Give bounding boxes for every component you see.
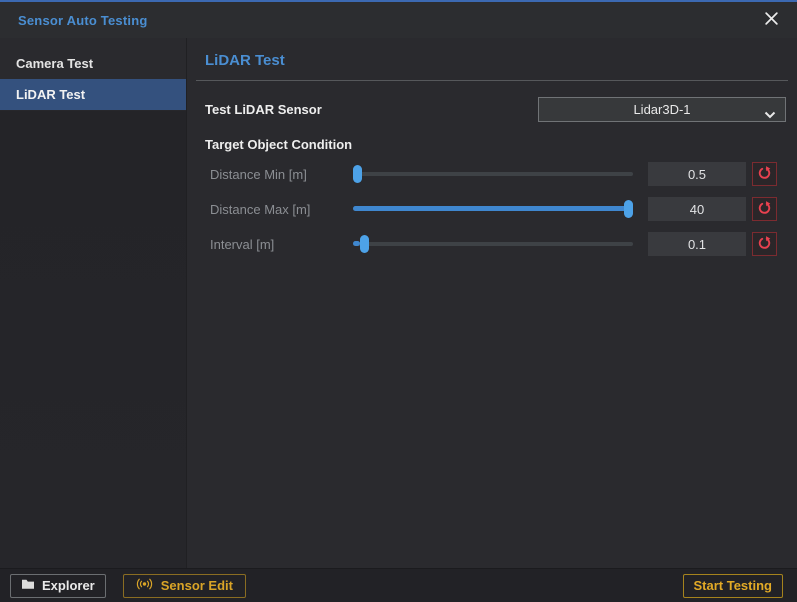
start-testing-button[interactable]: Start Testing — [683, 574, 784, 598]
start-testing-label: Start Testing — [694, 578, 773, 593]
distance-min-row: Distance Min [m] 0.5 — [205, 162, 786, 186]
slider-fill — [353, 206, 633, 211]
sensor-edit-button[interactable]: Sensor Edit — [123, 574, 246, 598]
footer-toolbar: Explorer Sensor Edit Start Testing — [0, 568, 797, 602]
close-icon — [764, 11, 779, 29]
interval-row: Interval [m] 0.1 — [205, 232, 786, 256]
interval-value-field[interactable]: 0.1 — [648, 232, 746, 256]
slider-track[interactable] — [353, 172, 633, 176]
sensor-edit-label: Sensor Edit — [161, 578, 233, 593]
titlebar: Sensor Auto Testing — [0, 2, 797, 38]
interval-reset-button[interactable] — [752, 232, 777, 256]
section-divider — [196, 80, 788, 81]
distance-max-reset-button[interactable] — [752, 197, 777, 221]
distance-min-value-field[interactable]: 0.5 — [648, 162, 746, 186]
distance-min-label: Distance Min [m] — [205, 167, 353, 182]
distance-max-slider[interactable] — [353, 197, 633, 221]
slider-track[interactable] — [353, 242, 633, 246]
main-panel: LiDAR Test Test LiDAR Sensor Lidar3D-1 T… — [187, 38, 797, 568]
folder-icon — [21, 578, 35, 593]
slider-fill — [353, 241, 360, 246]
distance-min-reset-button[interactable] — [752, 162, 777, 186]
reset-icon — [757, 235, 772, 253]
test-lidar-sensor-row: Test LiDAR Sensor Lidar3D-1 — [205, 96, 786, 122]
slider-handle[interactable] — [360, 235, 369, 253]
distance-max-label: Distance Max [m] — [205, 202, 353, 217]
page-title: LiDAR Test — [205, 52, 786, 69]
interval-label: Interval [m] — [205, 237, 353, 252]
distance-max-row: Distance Max [m] 40 — [205, 197, 786, 221]
dropdown-selected-value: Lidar3D-1 — [633, 102, 690, 117]
explorer-button[interactable]: Explorer — [10, 574, 106, 598]
sidebar-item-camera-test[interactable]: Camera Test — [0, 48, 186, 79]
test-lidar-sensor-label: Test LiDAR Sensor — [205, 102, 322, 117]
sidebar: Camera Test LiDAR Test — [0, 38, 187, 568]
close-button[interactable] — [757, 6, 785, 34]
slider-handle[interactable] — [353, 165, 362, 183]
interval-slider[interactable] — [353, 232, 633, 256]
distance-max-value-field[interactable]: 40 — [648, 197, 746, 221]
reset-icon — [757, 200, 772, 218]
slider-handle[interactable] — [624, 200, 633, 218]
chevron-down-icon — [764, 106, 776, 124]
target-object-condition-title: Target Object Condition — [205, 137, 786, 152]
broadcast-icon — [136, 578, 153, 593]
reset-icon — [757, 165, 772, 183]
window-title: Sensor Auto Testing — [18, 13, 147, 28]
slider-group: Distance Min [m] 0.5 — [205, 162, 786, 256]
distance-min-slider[interactable] — [353, 162, 633, 186]
sensor-auto-testing-window: Sensor Auto Testing Camera Test LiDAR Te… — [0, 0, 797, 602]
lidar-sensor-dropdown[interactable]: Lidar3D-1 — [538, 97, 786, 122]
explorer-label: Explorer — [42, 578, 95, 593]
sidebar-item-lidar-test[interactable]: LiDAR Test — [0, 79, 186, 110]
window-body: Camera Test LiDAR Test LiDAR Test Test L… — [0, 38, 797, 568]
